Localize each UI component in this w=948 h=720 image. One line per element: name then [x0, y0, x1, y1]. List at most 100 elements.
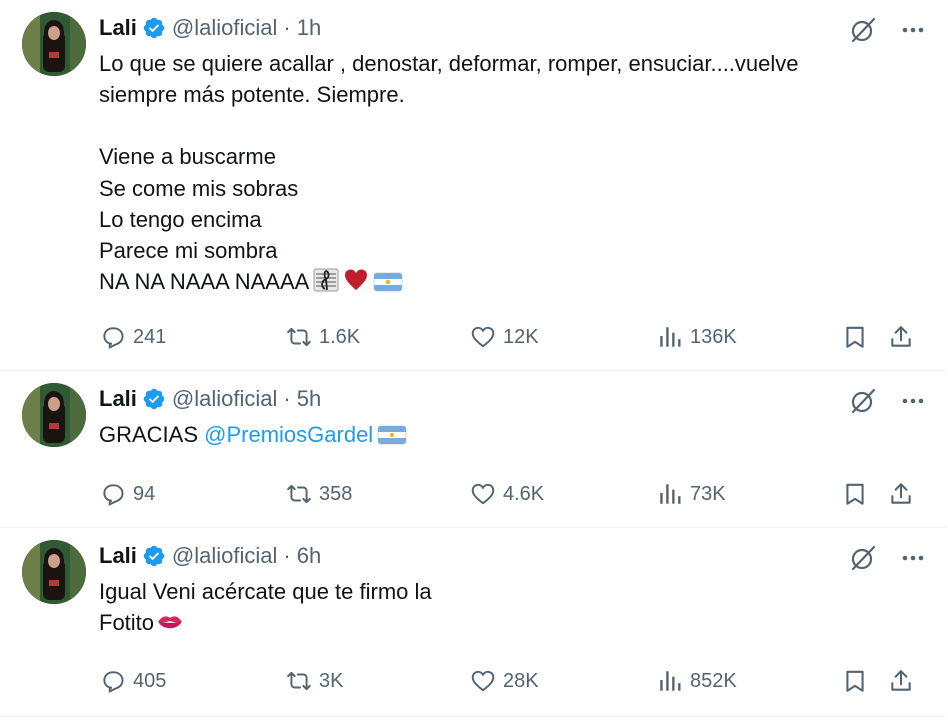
repost-icon: [287, 484, 311, 504]
view-count: 73K: [690, 482, 726, 505]
avatar[interactable]: [22, 540, 86, 604]
tweet-line: Parece mi sombra: [99, 238, 278, 264]
verified-badge-icon: [142, 387, 166, 411]
tweet[interactable]: Lali @lalioficial · 6h Igual Veni acérca…: [0, 528, 946, 717]
display-name[interactable]: Lali: [99, 386, 137, 412]
tweet-header: Lali @lalioficial · 1h: [99, 13, 321, 43]
tweet[interactable]: Lali @lalioficial · 1h Lo que se quiere …: [0, 0, 946, 371]
timestamp[interactable]: 6h: [297, 543, 321, 569]
repost-button[interactable]: 1.6K: [286, 322, 360, 352]
tweet-top-actions: [848, 543, 928, 573]
like-button[interactable]: 12K: [470, 322, 539, 352]
handle[interactable]: @lalioficial: [172, 386, 277, 412]
share-button[interactable]: [888, 479, 914, 509]
tweet-line-with-emojis: Fotito: [99, 607, 899, 642]
repost-count: 358: [319, 482, 353, 505]
more-options-icon[interactable]: [898, 543, 928, 573]
timestamp[interactable]: 1h: [297, 15, 321, 41]
tweet-line: GRACIAS: [99, 422, 205, 447]
bookmark-button[interactable]: [842, 479, 868, 509]
bookmark-icon: [846, 483, 864, 505]
verified-badge-icon: [142, 544, 166, 568]
tweet-text: Lo que se quiere acallar , denostar, def…: [99, 48, 899, 301]
display-name[interactable]: Lali: [99, 543, 137, 569]
tweet-line: siempre más potente. Siempre.: [99, 82, 405, 108]
repost-count: 1.6K: [319, 325, 361, 348]
handle[interactable]: @lalioficial: [172, 543, 277, 569]
tweet-line: Viene a buscarme: [99, 144, 276, 170]
action-bar: 241 1.6K 12K 136K: [100, 322, 920, 352]
views-icon: [660, 327, 681, 347]
action-bar: 94 358 4.6K 73K: [100, 479, 920, 509]
like-icon: [471, 326, 495, 348]
grok-icon[interactable]: [848, 543, 878, 573]
tweet-line: Fotito: [99, 610, 155, 636]
share-button[interactable]: [888, 666, 914, 696]
separator: ·: [283, 386, 291, 411]
more-options-icon[interactable]: [898, 386, 928, 416]
tweet-line-with-emojis: NA NA NAAA NAAAA: [99, 266, 899, 301]
repost-button[interactable]: 358: [286, 479, 352, 509]
timeline: Lali @lalioficial · 1h Lo que se quiere …: [0, 0, 948, 720]
bookmark-button[interactable]: [842, 322, 868, 352]
repost-icon: [287, 327, 311, 347]
action-bar: 405 3K 28K 852K: [100, 666, 920, 696]
share-icon: [891, 483, 911, 504]
tweet-line: Igual Veni acércate que te firmo la: [99, 579, 432, 604]
display-name[interactable]: Lali: [99, 15, 137, 41]
argentina-flag-emoji: [377, 423, 407, 454]
bookmark-icon: [846, 670, 864, 692]
tweet-line-with-mention: GRACIAS @PremiosGardel: [99, 419, 899, 454]
views-icon: [660, 671, 681, 691]
share-button[interactable]: [888, 322, 914, 352]
share-icon: [891, 670, 911, 691]
like-icon: [471, 670, 495, 692]
tweet-top-actions: [848, 386, 928, 416]
tweet-header: Lali @lalioficial · 5h: [99, 384, 321, 414]
bookmark-button[interactable]: [842, 666, 868, 696]
tweet-text: GRACIAS @PremiosGardel: [99, 419, 899, 454]
views-button[interactable]: 73K: [657, 479, 726, 509]
view-count: 852K: [690, 669, 737, 692]
kiss-mark-emoji: [156, 610, 184, 642]
separator: ·: [283, 543, 291, 568]
like-button[interactable]: 28K: [470, 666, 539, 696]
more-options-icon[interactable]: [898, 15, 928, 45]
separator: ·: [283, 15, 291, 40]
musical-score-emoji: [313, 267, 339, 301]
tweet-top-actions: [848, 15, 928, 45]
mention-link[interactable]: @PremiosGardel: [204, 422, 373, 447]
view-count: 136K: [690, 325, 737, 348]
reply-count: 241: [133, 325, 167, 348]
reply-count: 405: [133, 669, 167, 692]
reply-button[interactable]: 405: [100, 666, 166, 696]
reply-icon: [103, 327, 124, 349]
bookmark-icon: [846, 326, 864, 348]
reply-icon: [103, 484, 124, 506]
reply-icon: [103, 671, 124, 693]
reply-button[interactable]: 241: [100, 322, 166, 352]
argentina-flag-emoji: [373, 270, 403, 301]
handle[interactable]: @lalioficial: [172, 15, 277, 41]
timestamp[interactable]: 5h: [297, 386, 321, 412]
grok-icon[interactable]: [848, 15, 878, 45]
like-count: 28K: [503, 669, 539, 692]
like-icon: [471, 483, 495, 505]
repost-button[interactable]: 3K: [286, 666, 343, 696]
tweet[interactable]: Lali @lalioficial · 5h GRACIAS @PremiosG…: [0, 371, 946, 528]
tweet-line: Lo que se quiere acallar , denostar, def…: [99, 51, 799, 76]
tweet-header: Lali @lalioficial · 6h: [99, 541, 321, 571]
tweet-text: Igual Veni acércate que te firmo la Foti…: [99, 576, 899, 642]
tweet-line: Se come mis sobras: [99, 175, 299, 201]
avatar[interactable]: [22, 12, 86, 76]
grok-icon[interactable]: [848, 386, 878, 416]
tweet-line: Lo tengo encima: [99, 206, 262, 232]
views-button[interactable]: 852K: [657, 666, 737, 696]
repost-count: 3K: [319, 669, 344, 692]
views-button[interactable]: 136K: [657, 322, 737, 352]
like-count: 12K: [503, 325, 539, 348]
like-button[interactable]: 4.6K: [470, 479, 544, 509]
avatar[interactable]: [22, 383, 86, 447]
reply-button[interactable]: 94: [100, 479, 155, 509]
